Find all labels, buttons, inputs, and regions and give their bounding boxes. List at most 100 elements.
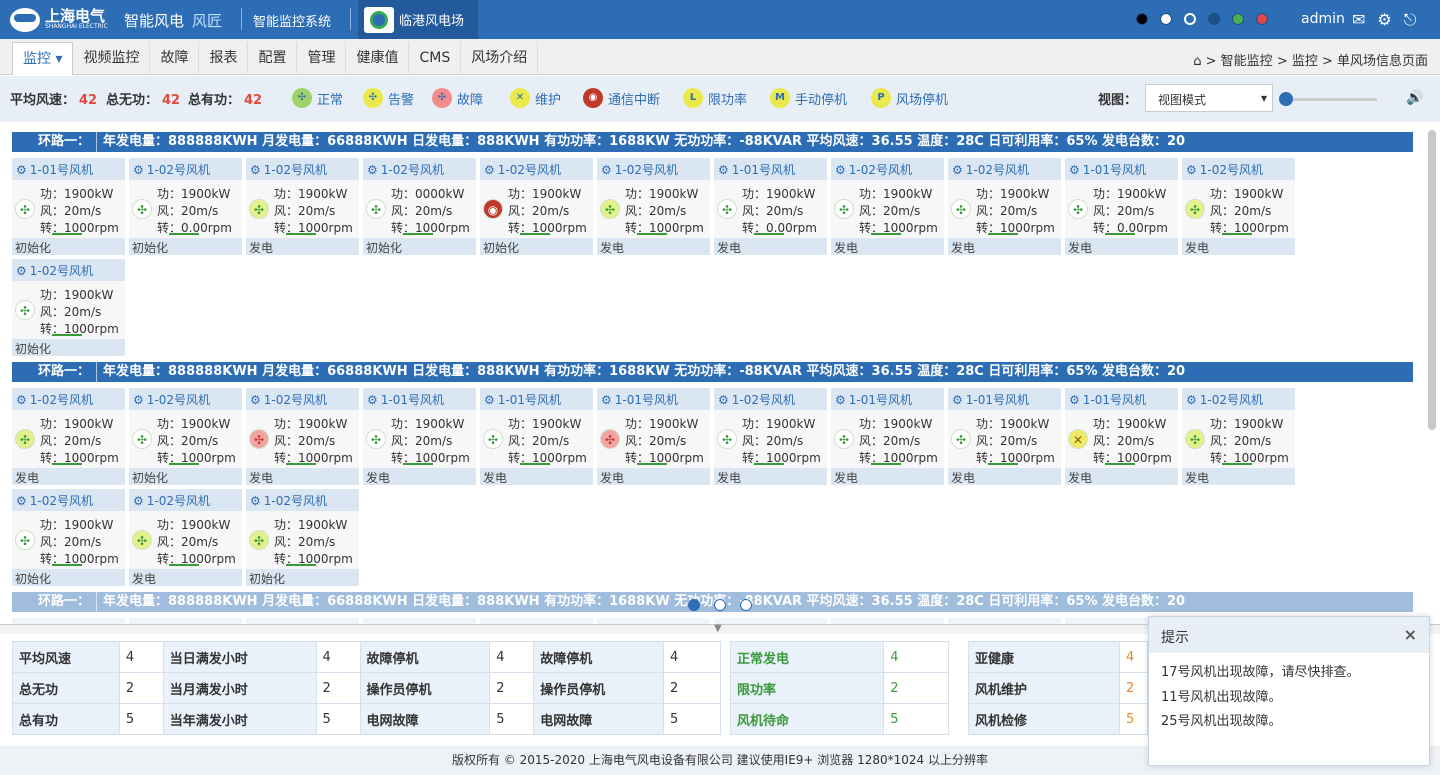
nav-config[interactable]: 配置 [248, 42, 298, 75]
turbine-card[interactable]: ⚙ 1-02号风机 ✣ 功：1900kW 风：20m/s 转：1000rpm 发电 [129, 489, 242, 586]
turbine-card[interactable]: ⚙ 1-02号风机 ✣ 功：0000kW 风：20m/s 转：1000rpm 初始化 [363, 158, 476, 255]
farm-selector[interactable]: 临港风电场 [358, 0, 478, 39]
nav-farm-intro[interactable]: 风场介绍 [461, 42, 539, 75]
theme-dot-white[interactable] [1160, 13, 1172, 25]
turbine-status: 发电 [714, 238, 827, 255]
legend-state-3[interactable]: ✣ 故障 [432, 88, 483, 108]
turbine-wind: 风：20m/s [157, 434, 219, 448]
stat-label: 操作员停机 [533, 672, 665, 704]
turbine-card[interactable]: ⚙ 1-02号风机 ✣ 功：1900kW 风：20m/s 转：1000rpm 初始化 [12, 259, 125, 356]
zoom-slider[interactable] [1279, 92, 1377, 106]
turbine-card[interactable]: ⚙ 1-02号风机 ✣ 功：1900kW 风：20m/s 转：1000rpm 发电 [948, 158, 1061, 255]
legend-state-8[interactable]: P 风场停机 [871, 88, 948, 108]
legend-state-5[interactable]: ◉ 通信中断 [583, 88, 660, 108]
turbine-alarm-icon: ✣ [363, 88, 383, 108]
legend-state-4[interactable]: ✕ 维护 [510, 88, 561, 108]
theme-dot-navy[interactable] [1208, 13, 1220, 25]
pager-dot-3[interactable] [740, 599, 752, 611]
turbine-name: 1-02号风机 [146, 393, 211, 407]
chevron-down-icon[interactable]: ▼ [714, 623, 722, 634]
theme-dot-green[interactable] [1232, 13, 1244, 25]
close-icon[interactable]: × [1404, 625, 1417, 644]
nav-fault[interactable]: 故障 [150, 42, 200, 75]
turbine-card[interactable]: ⚙ 1-01号风机 ✣ 功：1900kW 风：20m/s 转：1000rpm 发电 [948, 388, 1061, 485]
turbine-wind: 风：20m/s [391, 204, 453, 218]
brand-name: 智能风电 [124, 12, 185, 30]
wind-farm-icon [364, 6, 394, 33]
turbine-card[interactable]: ⚙ 1-02号风机 ✣ 功：1900kW 风：20m/s 转：1000rpm 初始化 [246, 489, 359, 586]
nav-health[interactable]: 健康值 [346, 42, 410, 75]
turbine-card[interactable]: ⚙ 1-02号风机 ✣ 功：1900kW 风：20m/s 转：1000rpm 发电 [246, 388, 359, 485]
turbine-name: 1-01号风机 [380, 393, 445, 407]
turbine-card[interactable]: ⚙ 1-02号风机 ✣ 功：1900kW 风：20m/s 转：1000rpm 发电 [1182, 388, 1295, 485]
turbine-state-icon: ✣ [15, 199, 35, 219]
turbine-status: 发电 [246, 238, 359, 255]
legend-state-1[interactable]: ✣ 正常 [292, 88, 343, 108]
turbine-name: 1-02号风机 [731, 393, 796, 407]
turbine-name: 1-02号风机 [380, 163, 445, 177]
stat-label: 当日满发小时 [162, 641, 317, 673]
turbine-card[interactable]: ⚙ 1-01号风机 ✣ 功：1900kW 风：20m/s 转：1000rpm 发电 [831, 388, 944, 485]
turbine-wind: 风：20m/s [40, 434, 102, 448]
stat-value: 4 [489, 641, 535, 673]
turbine-card[interactable]: ⚙ 1-01号风机 ✣ 功：1900kW 风：20m/s 转：0.00rpm 发电 [1065, 158, 1178, 255]
home-icon[interactable]: ⌂ [1193, 54, 1201, 69]
turbine-power: 功：1900kW [1210, 417, 1284, 431]
theme-dot-red[interactable] [1256, 13, 1268, 25]
turbine-state-icon: ✣ [249, 530, 269, 550]
stat-label: 电网故障 [359, 703, 491, 735]
loop-pager [688, 599, 752, 611]
turbine-card[interactable]: ⚙ 1-02号风机 ◉ 功：1900kW 风：20m/s 转：1000rpm 初始化 [480, 158, 593, 255]
legend-state-7[interactable]: M 手动停机 [770, 88, 847, 108]
turbine-card[interactable]: ⚙ 1-01号风机 ✕ 功：1900kW 风：20m/s 转：1000rpm 发电 [1065, 388, 1178, 485]
turbine-wind: 风：20m/s [1210, 204, 1272, 218]
theme-dot-blue[interactable] [1184, 13, 1196, 25]
logout-icon[interactable]: ⎋ [1404, 10, 1417, 30]
turbine-wind: 风：20m/s [625, 204, 687, 218]
speed-bar [286, 233, 316, 235]
nav-manage[interactable]: 管理 [297, 42, 347, 75]
turbine-card[interactable]: ⚙ 1-02号风机 ✣ 功：1900kW 风：20m/s 转：0.00rpm 初始化 [129, 158, 242, 255]
system-name: 智能监控系统 [253, 15, 332, 30]
legend-state-label: 限功率 [708, 92, 748, 108]
turbine-name: 1-02号风机 [263, 163, 328, 177]
nav-monitor[interactable]: 监控 ▾ [12, 42, 74, 75]
view-mode-select[interactable]: 视图模式 [1145, 84, 1273, 112]
turbine-state-icon: ✣ [834, 429, 854, 449]
turbine-card[interactable]: ⚙ 1-02号风机 ✣ 功：1900kW 风：20m/s 转：1000rpm 发电 [831, 158, 944, 255]
nav-video[interactable]: 视频监控 [73, 42, 151, 75]
legend-state-2[interactable]: ✣ 告警 [363, 88, 414, 108]
turbine-card[interactable]: ⚙ 1-02号风机 ✣ 功：1900kW 风：20m/s 转：1000rpm 发电 [1182, 158, 1295, 255]
gear-icon: ⚙ [835, 163, 846, 177]
stat-label: 风机待命 [729, 703, 885, 735]
turbine-card[interactable]: ⚙ 1-01号风机 ✣ 功：1900kW 风：20m/s 转：1000rpm 发电 [480, 388, 593, 485]
turbine-name: 1-02号风机 [1199, 393, 1264, 407]
turbine-state-icon: ✣ [717, 429, 737, 449]
theme-switcher [1136, 13, 1268, 25]
nav-report[interactable]: 报表 [199, 42, 249, 75]
gear-icon[interactable]: ⚙ [1377, 10, 1391, 30]
theme-dot-black[interactable] [1136, 13, 1148, 25]
turbine-card[interactable]: ⚙ 1-02号风机 ✣ 功：1900kW 风：20m/s 转：1000rpm 发电 [714, 388, 827, 485]
pager-dot-1[interactable] [688, 599, 700, 611]
turbine-card[interactable]: ⚙ 1-01号风机 ✣ 功：1900kW 风：20m/s 转：1000rpm 发电 [597, 388, 710, 485]
turbine-card[interactable]: ⚙ 1-02号风机 ✣ 功：1900kW 风：20m/s 转：1000rpm 发电 [597, 158, 710, 255]
turbine-wind: 风：20m/s [625, 434, 687, 448]
turbine-card[interactable]: ⚙ 1-01号风机 ✣ 功：1900kW 风：20m/s 转：1000rpm 初始化 [12, 158, 125, 255]
legend-state-6[interactable]: L 限功率 [683, 88, 747, 108]
turbine-card[interactable]: ⚙ 1-01号风机 ✣ 功：1900kW 风：20m/s 转：0.00rpm 发电 [714, 158, 827, 255]
turbine-card[interactable]: ⚙ 1-02号风机 ✣ 功：1900kW 风：20m/s 转：1000rpm 初始化 [12, 489, 125, 586]
turbine-status: 初始化 [363, 238, 476, 255]
turbine-card[interactable]: ⚙ 1-02号风机 ✣ 功：1900kW 风：20m/s 转：1000rpm 发电 [246, 158, 359, 255]
scrollbar[interactable] [1428, 130, 1436, 430]
speaker-icon[interactable]: 🔊 [1406, 90, 1423, 106]
username[interactable]: admin [1301, 11, 1345, 27]
loop-values: 年发电量：888888KWH 月发电量：66888KWH 日发电量：888KWH… [103, 364, 1186, 379]
nav-cms[interactable]: CMS [409, 42, 462, 75]
mail-icon[interactable]: ✉ [1352, 10, 1365, 30]
turbine-card[interactable]: ⚙ 1-01号风机 ✣ 功：1900kW 风：20m/s 转：1000rpm 发电 [363, 388, 476, 485]
turbine-card[interactable]: ⚙ 1-02号风机 ✣ 功：1900kW 风：20m/s 转：1000rpm 初始化 [129, 388, 242, 485]
turbine-card[interactable]: ⚙ 1-02号风机 ✣ 功：1900kW 风：20m/s 转：1000rpm 发电 [12, 388, 125, 485]
slider-handle[interactable] [1279, 92, 1293, 106]
pager-dot-2[interactable] [714, 599, 726, 611]
